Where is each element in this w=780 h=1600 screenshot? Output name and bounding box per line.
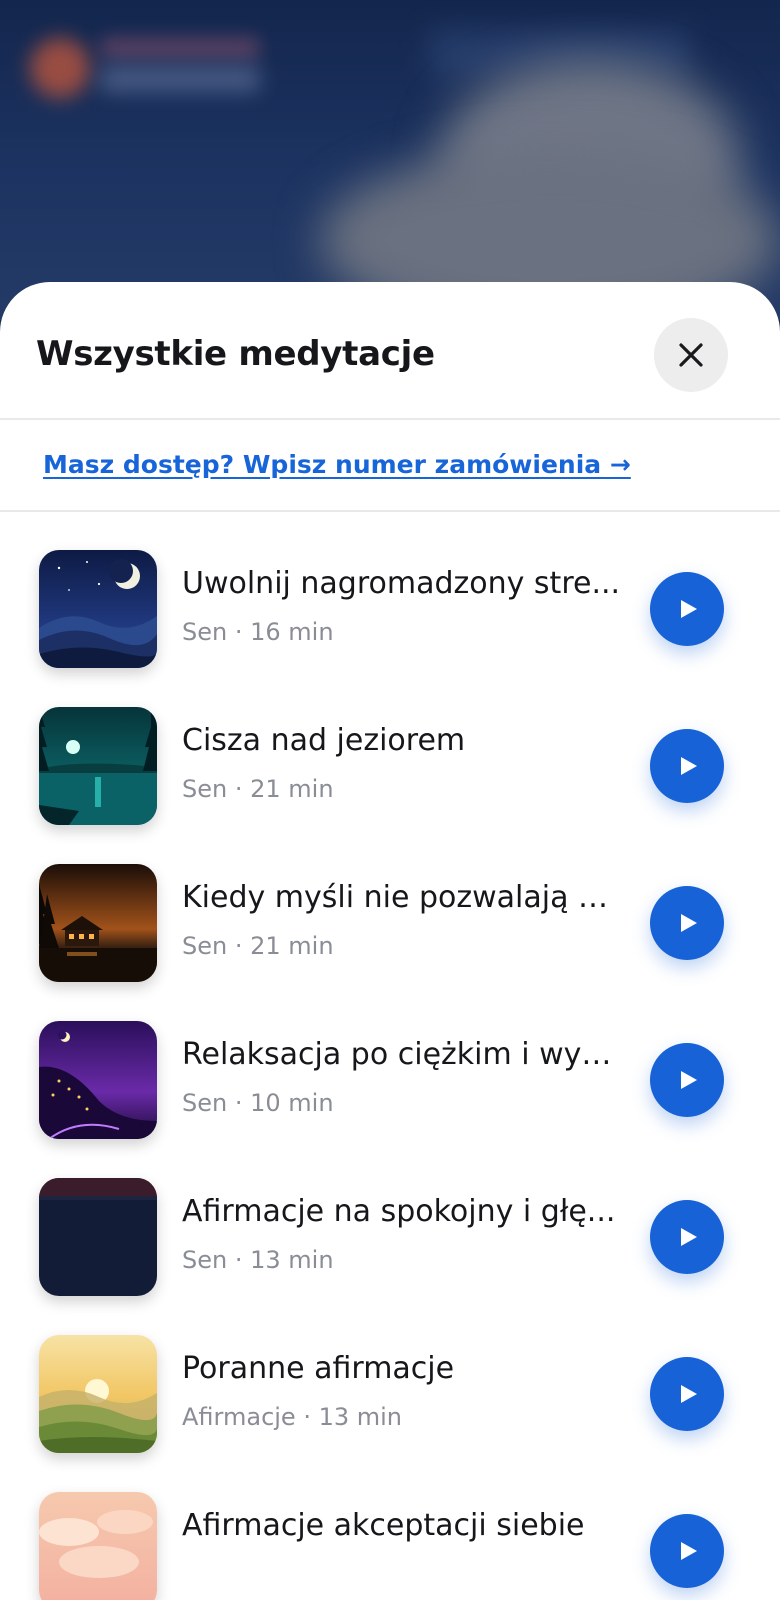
- thumbnail-pink-clouds: [39, 1492, 157, 1600]
- meditation-title: Uwolnij nagromadzony stre...: [182, 566, 621, 601]
- play-button[interactable]: [650, 886, 724, 960]
- meditation-meta: Afirmacje · 13 min: [182, 1403, 403, 1431]
- meditation-title: Cisza nad jeziorem: [182, 723, 466, 758]
- play-button[interactable]: [650, 1514, 724, 1588]
- play-icon: [681, 1385, 697, 1403]
- play-icon: [681, 1228, 697, 1246]
- play-button[interactable]: [650, 1200, 724, 1274]
- list-item[interactable]: Afirmacje akceptacji siebie: [0, 1454, 780, 1600]
- list-item[interactable]: Kiedy myśli nie pozwalają Ci... Sen · 21…: [0, 826, 780, 983]
- list-item[interactable]: Uwolnij nagromadzony stre... Sen · 16 mi…: [0, 512, 780, 669]
- access-row: Masz dostęp? Wpisz numer zamówienia →: [0, 420, 780, 512]
- meditation-meta: Sen · 21 min: [182, 775, 334, 803]
- thumbnail-purple-town: [39, 1021, 157, 1139]
- play-icon: [681, 1542, 697, 1560]
- blurred-brand: [100, 38, 260, 58]
- blurred-logo: [30, 38, 90, 98]
- play-icon: [681, 600, 697, 618]
- meditation-title: Afirmacje akceptacji siebie: [182, 1508, 585, 1543]
- list-item[interactable]: Relaksacja po ciężkim i wyc... Sen · 10 …: [0, 983, 780, 1140]
- thumbnail-lake-moon: [39, 707, 157, 825]
- close-icon: [679, 343, 703, 367]
- thumbnail-sunrise-hills: [39, 1335, 157, 1453]
- meditation-title: Kiedy myśli nie pozwalają Ci...: [182, 880, 622, 915]
- play-button[interactable]: [650, 572, 724, 646]
- thumbnail-cabin-night: [39, 864, 157, 982]
- play-button[interactable]: [650, 1357, 724, 1431]
- close-button[interactable]: [654, 318, 728, 392]
- meditation-meta: Sen · 21 min: [182, 932, 334, 960]
- play-icon: [681, 757, 697, 775]
- sheet-header: Wszystkie medytacje: [0, 282, 780, 420]
- meditation-meta: Sen · 13 min: [182, 1246, 334, 1274]
- blurred-background: [0, 0, 780, 320]
- meditations-sheet: Wszystkie medytacje Masz dostęp? Wpisz n…: [0, 282, 780, 1600]
- blurred-brand-subtitle: [100, 66, 260, 92]
- order-number-link[interactable]: Masz dostęp? Wpisz numer zamówienia →: [43, 450, 631, 479]
- meditation-title: Afirmacje na spokojny i głę...: [182, 1194, 616, 1229]
- meditation-title: Relaksacja po ciężkim i wyc...: [182, 1037, 622, 1072]
- play-icon: [681, 1071, 697, 1089]
- play-button[interactable]: [650, 1043, 724, 1117]
- meditation-title: Poranne afirmacje: [182, 1351, 455, 1386]
- meditation-list: Uwolnij nagromadzony stre... Sen · 16 mi…: [0, 512, 780, 1600]
- list-item[interactable]: Cisza nad jeziorem Sen · 21 min: [0, 669, 780, 826]
- meditation-meta: Sen · 10 min: [182, 1089, 334, 1117]
- list-item[interactable]: Afirmacje na spokojny i głę... Sen · 13 …: [0, 1140, 780, 1297]
- meditation-meta: Sen · 16 min: [182, 618, 334, 646]
- list-item[interactable]: Poranne afirmacje Afirmacje · 13 min: [0, 1297, 780, 1454]
- thumbnail-dark: [39, 1178, 157, 1296]
- thumbnail-night-mountains: [39, 550, 157, 668]
- play-icon: [681, 914, 697, 932]
- sheet-title: Wszystkie medytacje: [36, 334, 435, 374]
- play-button[interactable]: [650, 729, 724, 803]
